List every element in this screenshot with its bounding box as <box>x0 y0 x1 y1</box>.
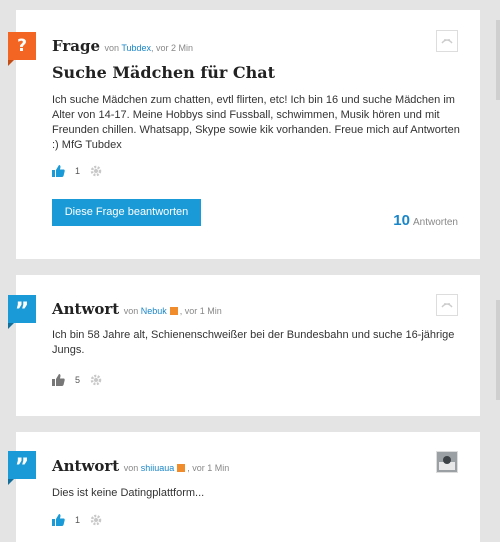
thumbs-up-icon[interactable] <box>52 514 65 526</box>
vote-bar: 5 <box>52 374 102 386</box>
post-time: , vor 1 Min <box>179 306 222 316</box>
post-meta: von shiiuaua, vor 1 Min <box>123 463 230 473</box>
side-divider <box>496 20 500 100</box>
gear-icon[interactable] <box>90 514 102 526</box>
answer-card: ” Antwort von Nebuk, vor 1 Min Ich bin 5… <box>8 275 480 416</box>
author-link[interactable]: Nebuk <box>141 306 167 316</box>
quote-badge-icon: ” <box>8 451 36 485</box>
answer-header: Antwort von shiiuaua, vor 1 Min <box>52 457 229 476</box>
gear-icon[interactable] <box>90 374 102 386</box>
question-card: ? Frage von Tubdex, vor 2 Min Suche Mädc… <box>8 10 480 259</box>
gear-icon[interactable] <box>90 165 102 177</box>
right-edge <box>496 0 500 532</box>
post-time: , vor 2 Min <box>151 43 194 53</box>
avatar[interactable] <box>436 451 458 473</box>
answer-question-button[interactable]: Diese Frage beantworten <box>52 199 201 226</box>
post-type-label: Antwort <box>52 457 120 475</box>
post-meta: von Nebuk, vor 1 Min <box>123 306 222 316</box>
avatar-placeholder-icon[interactable] <box>436 294 458 316</box>
side-divider <box>496 300 500 400</box>
answer-header: Antwort von Nebuk, vor 1 Min <box>52 300 222 319</box>
post-type-label: Frage <box>52 37 101 55</box>
answer-body: Ich bin 58 Jahre alt, Schienenschweißer … <box>52 329 455 356</box>
answer-count-number: 10 <box>393 212 410 229</box>
vote-count: 1 <box>75 166 81 176</box>
question-header: Frage von Tubdex, vor 2 Min <box>52 37 193 56</box>
post-time: , vor 1 Min <box>187 463 230 473</box>
answer-body: Dies ist keine Datingplattform... <box>52 487 205 499</box>
vote-count: 1 <box>75 515 81 525</box>
post-meta: von Tubdex, vor 2 Min <box>104 43 194 53</box>
avatar-placeholder-icon[interactable] <box>436 30 458 52</box>
answer-card: ” Antwort von shiiuaua, vor 1 Min Dies i… <box>8 432 480 542</box>
answer-count-label: Antworten <box>412 217 458 228</box>
rss-icon[interactable] <box>177 463 186 472</box>
question-badge-icon: ? <box>8 32 36 66</box>
answer-count[interactable]: 10 Antworten <box>393 212 458 229</box>
author-link[interactable]: Tubdex <box>121 43 151 53</box>
vote-count: 5 <box>75 375 81 385</box>
post-type-label: Antwort <box>52 300 120 318</box>
vote-bar: 1 <box>52 165 102 177</box>
rss-icon[interactable] <box>169 306 178 315</box>
question-body: Ich suche Mädchen zum chatten, evtl flir… <box>52 94 460 151</box>
thumbs-up-icon[interactable] <box>52 165 65 177</box>
quote-badge-icon: ” <box>8 295 36 329</box>
question-title: Suche Mädchen für Chat <box>52 63 275 82</box>
vote-bar: 1 <box>52 514 102 526</box>
author-link[interactable]: shiiuaua <box>141 463 175 473</box>
thumbs-up-icon[interactable] <box>52 374 65 386</box>
